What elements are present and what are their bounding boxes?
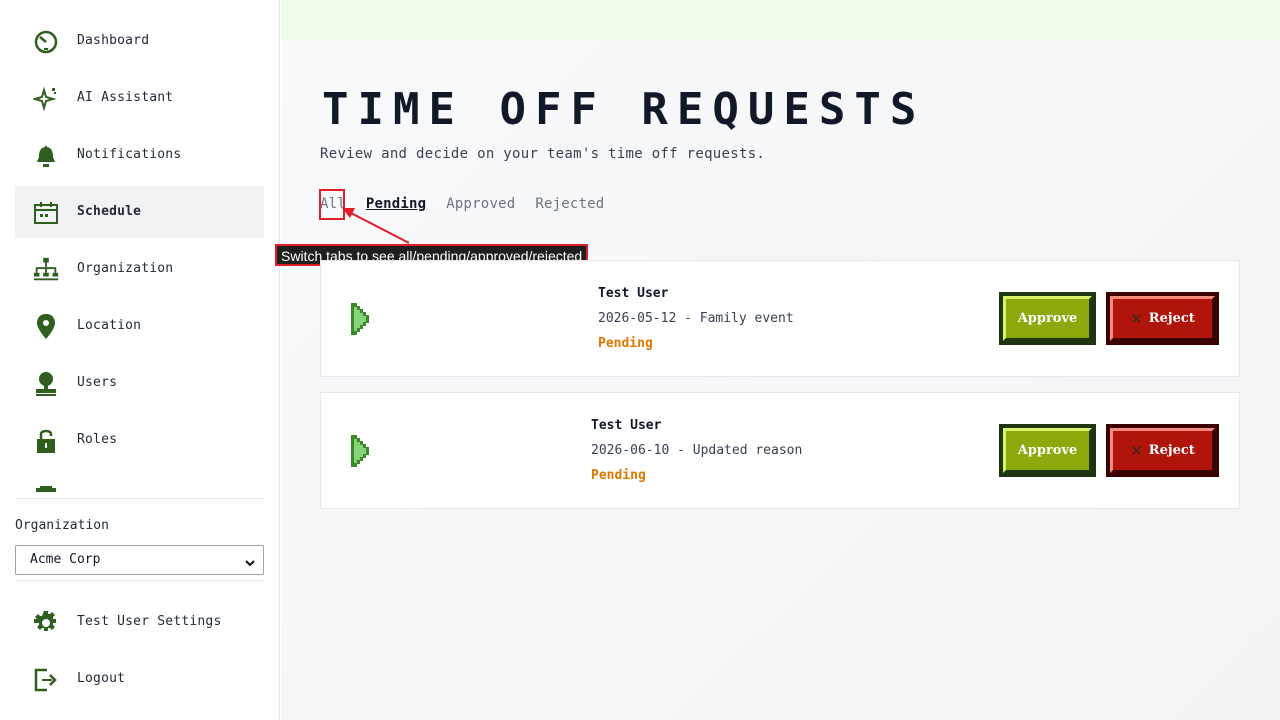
approve-button[interactable]: Approve [999, 424, 1096, 477]
request-card: Test User 2026-06-10 - Updated reason Pe… [320, 392, 1240, 509]
user-icon [32, 370, 60, 398]
org-select-value: Acme Corp [30, 552, 101, 567]
request-user-name: Test User [598, 286, 669, 301]
play-icon [349, 303, 371, 335]
sidebar-item-label: Schedule [77, 204, 142, 219]
sidebar-item-label: Organization [77, 261, 174, 276]
annotation-highlight-box [319, 189, 345, 220]
request-detail: 2026-06-10 - Updated reason [591, 443, 803, 458]
sidebar-item-notifications[interactable]: Notifications [15, 129, 264, 181]
cut-off-icon [32, 484, 60, 492]
tab-approved[interactable]: Approved [446, 196, 515, 212]
sidebar-item-users[interactable]: Users [15, 357, 264, 409]
close-icon: ✕ [1130, 441, 1143, 460]
status-tabs: All Pending Approved Rejected [320, 196, 624, 212]
sidebar-item-ai-assistant[interactable]: AI Assistant [15, 72, 264, 124]
logout-button[interactable]: Logout [15, 653, 264, 705]
sidebar-item-label: Dashboard [77, 33, 150, 48]
request-detail: 2026-05-12 - Family event [598, 311, 794, 326]
sidebar-item-location[interactable]: Location [15, 300, 264, 352]
tab-pending[interactable]: Pending [366, 196, 426, 212]
sidebar-nav[interactable]: Dashboard AI Assistant Notifications Sch… [15, 0, 264, 492]
approve-label: Approve [1017, 311, 1078, 326]
status-badge: Pending [591, 468, 646, 483]
bell-icon [32, 142, 60, 170]
divider [15, 498, 264, 499]
sidebar-item-label: Location [77, 318, 142, 333]
reject-button[interactable]: ✕ Reject [1106, 292, 1219, 345]
lock-icon [32, 427, 60, 455]
chevron-down-icon [243, 553, 257, 567]
org-select[interactable]: Acme Corp [15, 545, 264, 575]
page-subtitle: Review and decide on your team's time of… [320, 146, 766, 162]
reject-label: Reject [1148, 311, 1195, 326]
sidebar-item-organization[interactable]: Organization [15, 243, 264, 295]
logout-icon [32, 666, 60, 694]
sidebar-item-label: AI Assistant [77, 90, 174, 105]
status-badge: Pending [598, 336, 653, 351]
sidebar: Dashboard AI Assistant Notifications Sch… [0, 0, 280, 720]
sidebar-item-label: Users [77, 375, 118, 390]
org-label: Organization [15, 518, 109, 533]
divider [15, 580, 264, 581]
request-card: Test User 2026-05-12 - Family event Pend… [320, 260, 1240, 377]
org-chart-icon [32, 256, 60, 284]
calendar-icon [32, 199, 60, 227]
reject-label: Reject [1148, 443, 1195, 458]
sidebar-item-label: Roles [77, 432, 118, 447]
tab-rejected[interactable]: Rejected [535, 196, 604, 212]
sparkle-icon [32, 85, 60, 113]
settings-button[interactable]: Test User Settings [15, 596, 264, 648]
settings-label: Test User Settings [77, 614, 222, 629]
approve-label: Approve [1017, 443, 1078, 458]
play-icon [349, 435, 371, 467]
sidebar-item-label: Notifications [77, 147, 182, 162]
close-icon: ✕ [1130, 309, 1143, 328]
sidebar-item-partial[interactable] [15, 471, 264, 492]
reject-button[interactable]: ✕ Reject [1106, 424, 1219, 477]
logout-label: Logout [77, 671, 126, 686]
sidebar-item-dashboard[interactable]: Dashboard [15, 15, 264, 67]
approve-button[interactable]: Approve [999, 292, 1096, 345]
sidebar-item-schedule[interactable]: Schedule [15, 186, 264, 238]
gear-icon [32, 609, 60, 637]
request-user-name: Test User [591, 418, 662, 433]
page-title: TIME OFF REQUESTS [322, 84, 926, 135]
sidebar-item-roles[interactable]: Roles [15, 414, 264, 466]
top-banner [281, 0, 1280, 40]
dashboard-icon [32, 28, 60, 56]
main-content: TIME OFF REQUESTS Review and decide on y… [275, 0, 1280, 720]
location-pin-icon [32, 313, 60, 341]
